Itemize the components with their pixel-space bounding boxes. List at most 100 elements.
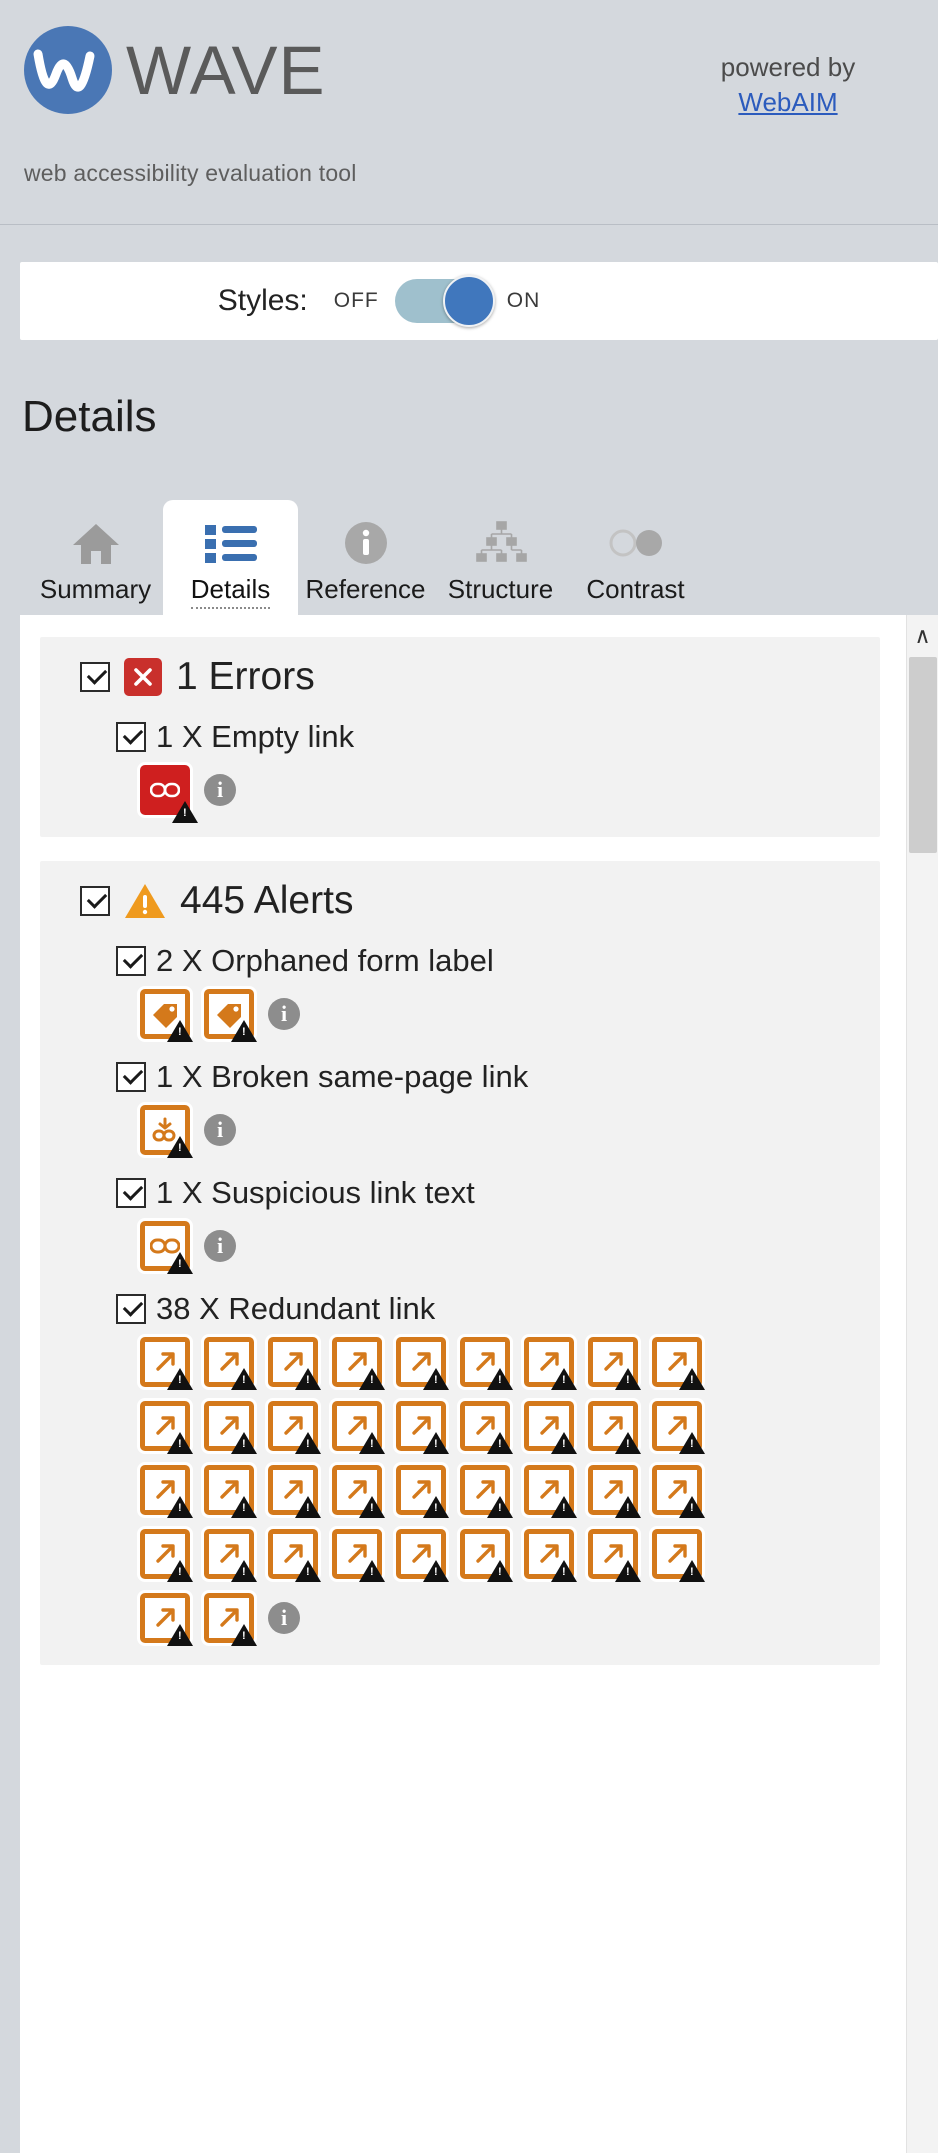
redundant-link-icon[interactable] <box>204 1401 257 1454</box>
red-x-icon <box>124 658 162 696</box>
alert-badge-marker <box>359 1368 385 1390</box>
redundant-link-icon[interactable] <box>268 1465 321 1518</box>
redundant-link-icon[interactable] <box>524 1337 577 1390</box>
alert-badge-marker <box>423 1560 449 1582</box>
item-broken-same-page-link-checkbox[interactable] <box>116 1062 146 1092</box>
redundant-link-icon[interactable] <box>652 1337 705 1390</box>
redundant-link-icon[interactable] <box>332 1401 385 1454</box>
alert-badge-marker <box>167 1020 193 1042</box>
redundant-link-icon[interactable] <box>588 1529 641 1582</box>
redundant-link-icon[interactable] <box>204 1337 257 1390</box>
scroll-up-arrow-icon[interactable]: ∧ <box>907 615 938 657</box>
redundant-link-icon[interactable] <box>588 1337 641 1390</box>
alert-badge-marker <box>295 1496 321 1518</box>
item-broken-same-page-link-header[interactable]: 1 X Broken same-page link <box>116 1059 880 1095</box>
group-errors: 1 Errors 1 X Empty link ! i <box>40 637 880 837</box>
styles-off-label: OFF <box>333 289 379 312</box>
alert-badge-marker <box>167 1624 193 1646</box>
redundant-link-icon[interactable] <box>524 1465 577 1518</box>
redundant-link-icon[interactable] <box>524 1401 577 1454</box>
item-empty-link-header[interactable]: 1 X Empty link <box>116 719 880 755</box>
redundant-link-icon[interactable] <box>204 1529 257 1582</box>
tab-reference[interactable]: Reference <box>298 500 433 615</box>
redundant-link-icon[interactable] <box>204 1465 257 1518</box>
orphaned-form-label-icon[interactable] <box>204 989 257 1042</box>
styles-toggle-switch[interactable] <box>394 275 495 327</box>
redundant-link-icon[interactable] <box>140 1465 193 1518</box>
info-icon[interactable]: i <box>204 774 236 806</box>
redundant-link-icon[interactable] <box>140 1401 193 1454</box>
tab-summary[interactable]: Summary <box>28 500 163 615</box>
item-suspicious-link-text-checkbox[interactable] <box>116 1178 146 1208</box>
broken-same-page-link-icon[interactable] <box>140 1105 193 1158</box>
item-empty-link-checkbox[interactable] <box>116 722 146 752</box>
redundant-link-icon[interactable] <box>460 1529 513 1582</box>
item-orphaned-form-label-icons: i <box>116 989 716 1042</box>
styles-on-label: ON <box>506 289 541 312</box>
redundant-link-icon[interactable] <box>332 1465 385 1518</box>
redundant-link-icon[interactable] <box>140 1593 193 1646</box>
webaim-link[interactable]: WebAIM <box>638 85 938 120</box>
group-errors-header[interactable]: 1 Errors <box>40 655 880 699</box>
item-redundant-link: 38 X Redundant link i <box>40 1291 880 1646</box>
toggle-knob <box>442 275 495 327</box>
item-suspicious-link-text-header[interactable]: 1 X Suspicious link text <box>116 1175 880 1211</box>
redundant-link-icon[interactable] <box>524 1529 577 1582</box>
alert-badge-marker <box>167 1560 193 1582</box>
alert-badge-marker <box>167 1252 193 1274</box>
tab-bar: Summary Details Reference Structure Cont… <box>28 500 703 615</box>
item-redundant-link-icons: i <box>116 1337 716 1646</box>
redundant-link-icon[interactable] <box>652 1401 705 1454</box>
group-alerts-title: 445 Alerts <box>180 879 354 922</box>
group-alerts-header[interactable]: 445 Alerts <box>40 879 880 923</box>
info-icon[interactable]: i <box>268 1602 300 1634</box>
powered-by-text: powered by <box>720 52 856 82</box>
alert-badge-marker <box>167 1136 193 1158</box>
styles-label: Styles: <box>217 284 308 317</box>
info-icon[interactable]: i <box>204 1230 236 1262</box>
alert-badge-marker <box>231 1020 257 1042</box>
orphaned-form-label-icon[interactable] <box>140 989 193 1042</box>
redundant-link-icon[interactable] <box>460 1465 513 1518</box>
redundant-link-icon[interactable] <box>332 1337 385 1390</box>
redundant-link-icon[interactable] <box>460 1337 513 1390</box>
alert-badge-marker <box>615 1432 641 1454</box>
redundant-link-icon[interactable] <box>652 1529 705 1582</box>
tab-contrast[interactable]: Contrast <box>568 500 703 615</box>
redundant-link-icon[interactable] <box>268 1337 321 1390</box>
redundant-link-icon[interactable] <box>588 1401 641 1454</box>
item-redundant-link-header[interactable]: 38 X Redundant link <box>116 1291 880 1327</box>
redundant-link-icon[interactable] <box>396 1401 449 1454</box>
alert-badge-marker <box>231 1432 257 1454</box>
group-errors-checkbox[interactable] <box>80 662 110 692</box>
redundant-link-icon[interactable] <box>140 1337 193 1390</box>
suspicious-link-text-icon[interactable] <box>140 1221 193 1274</box>
item-orphaned-form-label-header[interactable]: 2 X Orphaned form label <box>116 943 880 979</box>
tab-details[interactable]: Details <box>163 500 298 615</box>
alert-badge-marker <box>167 1496 193 1518</box>
empty-link-icon[interactable] <box>140 765 198 823</box>
redundant-link-icon[interactable] <box>396 1337 449 1390</box>
redundant-link-icon[interactable] <box>588 1465 641 1518</box>
redundant-link-icon[interactable] <box>268 1401 321 1454</box>
redundant-link-icon[interactable] <box>652 1465 705 1518</box>
item-orphaned-form-label-checkbox[interactable] <box>116 946 146 976</box>
redundant-link-icon[interactable] <box>204 1593 257 1646</box>
alert-badge-marker <box>231 1368 257 1390</box>
redundant-link-icon[interactable] <box>140 1529 193 1582</box>
redundant-link-icon[interactable] <box>396 1529 449 1582</box>
panel-scrollbar[interactable]: ∧ <box>906 615 938 2153</box>
info-icon[interactable]: i <box>268 998 300 1030</box>
tab-structure[interactable]: Structure <box>433 500 568 615</box>
item-redundant-link-checkbox[interactable] <box>116 1294 146 1324</box>
alert-badge-marker <box>487 1496 513 1518</box>
alert-badge-marker <box>423 1432 449 1454</box>
group-alerts-checkbox[interactable] <box>80 886 110 916</box>
info-icon[interactable]: i <box>204 1114 236 1146</box>
scrollbar-thumb[interactable] <box>909 657 937 853</box>
redundant-link-icon[interactable] <box>396 1465 449 1518</box>
redundant-link-icon[interactable] <box>268 1529 321 1582</box>
redundant-link-icon[interactable] <box>332 1529 385 1582</box>
redundant-link-icon[interactable] <box>460 1401 513 1454</box>
styles-toggle-bar: Styles: OFF ON <box>20 262 938 340</box>
